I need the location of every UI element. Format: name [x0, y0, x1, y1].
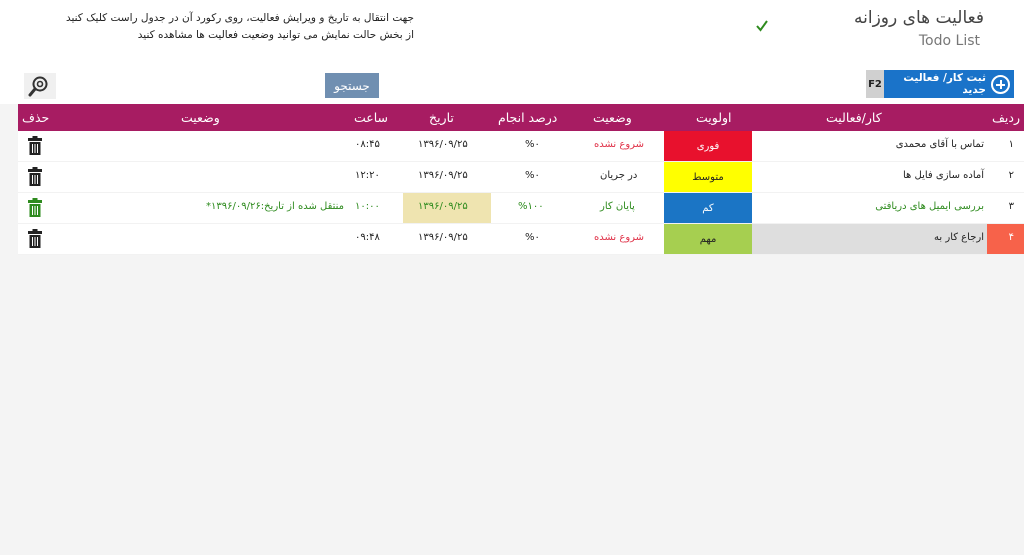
trash-icon[interactable]	[28, 136, 42, 155]
task-name: بررسی ایمیل های دریافتی	[875, 201, 984, 212]
col-row[interactable]: ردیف	[992, 110, 1020, 125]
col-time[interactable]: ساعت	[354, 110, 388, 125]
task-name: ارجاع کار به	[934, 232, 984, 243]
table-row[interactable]: ۲ آماده سازی فایل ها متوسط در جریان %۰ ۱…	[18, 162, 1024, 193]
add-task-button[interactable]: F2 ثبت کار/ فعالیت جدید	[866, 70, 1014, 98]
percent-cell: %۰	[525, 139, 540, 150]
priority-cell: مهم	[664, 224, 752, 254]
col-delete[interactable]: حذف	[22, 110, 49, 125]
time-cell: ۰۹:۴۸	[355, 232, 380, 243]
add-task-label: ثبت کار/ فعالیت جدید	[903, 72, 986, 96]
page-subtitle: Todo List	[918, 33, 980, 49]
task-name: تماس با آقای محمدی	[895, 139, 984, 150]
search-gear-icon[interactable]	[24, 73, 56, 99]
time-cell: ۱۰:۰۰	[355, 201, 380, 212]
table-row[interactable]: بررسی ایمیل های دریافتی ۳ کم پایان کار %…	[18, 193, 1024, 224]
check-icon	[756, 20, 768, 32]
state-cell: *منتقل شده از تاریخ:۱۳۹۶/۰۹/۲۶	[206, 201, 345, 212]
hint-line-2: از بخش حالت نمایش می توانید وضعیت فعالیت…	[137, 29, 414, 41]
time-cell: ۰۸:۴۵	[355, 139, 380, 150]
hint-text: جهت انتقال به تاریخ و ویرایش فعالیت، روی…	[66, 10, 414, 44]
row-number: ۱	[1008, 139, 1014, 150]
col-percent[interactable]: درصد انجام	[498, 110, 557, 125]
priority-cell: فوری	[664, 131, 752, 161]
row-number: ۳	[1008, 201, 1014, 212]
percent-cell: %۰	[525, 232, 540, 243]
status-cell: پایان کار	[600, 201, 635, 212]
status-cell: در جریان	[600, 170, 638, 181]
row-number: ۴	[1008, 232, 1014, 243]
trash-icon[interactable]	[28, 167, 42, 186]
percent-cell: %۰	[525, 170, 540, 181]
priority-cell: متوسط	[664, 162, 752, 192]
col-date[interactable]: تاریخ	[429, 110, 454, 125]
status-cell: شروع نشده	[594, 232, 645, 243]
trash-icon[interactable]	[28, 229, 42, 248]
col-task[interactable]: کار/فعالیت	[826, 110, 882, 125]
status-cell: شروع نشده	[594, 139, 645, 150]
task-name: آماده سازی فایل ها	[903, 170, 984, 181]
row-number-highlight	[987, 224, 1024, 254]
table-header: ردیف کار/فعالیت اولویت وضعیت درصد انجام …	[18, 104, 1024, 131]
date-cell: ۱۳۹۶/۰۹/۲۵	[418, 201, 468, 212]
date-cell: ۱۳۹۶/۰۹/۲۵	[418, 232, 468, 243]
row-number: ۲	[1008, 170, 1014, 181]
search-button[interactable]: جستجو	[325, 73, 379, 98]
table-row[interactable]: ۱ تماس با آقای محمدی فوری شروع نشده %۰ ۱…	[18, 131, 1024, 162]
tasks-table: ردیف کار/فعالیت اولویت وضعیت درصد انجام …	[18, 104, 1024, 255]
date-cell: ۱۳۹۶/۰۹/۲۵	[418, 139, 468, 150]
date-cell: ۱۳۹۶/۰۹/۲۵	[418, 170, 468, 181]
col-status[interactable]: وضعیت	[593, 110, 632, 125]
col-state[interactable]: وضعیت	[181, 110, 220, 125]
table-row[interactable]: ۴ ارجاع کار به مهم شروع نشده %۰ ۱۳۹۶/۰۹/…	[18, 224, 1024, 255]
time-cell: ۱۲:۲۰	[355, 170, 380, 181]
col-priority[interactable]: اولویت	[696, 110, 732, 125]
search-input[interactable]	[58, 73, 322, 98]
percent-cell: %۱۰۰	[518, 201, 544, 212]
page-title: فعالیت های روزانه	[854, 8, 984, 28]
hint-line-1: جهت انتقال به تاریخ و ویرایش فعالیت، روی…	[65, 12, 414, 24]
priority-cell: کم	[664, 193, 752, 223]
add-shortcut-key: F2	[866, 70, 884, 98]
plus-circle-icon	[991, 74, 1010, 94]
add-task-main[interactable]: ثبت کار/ فعالیت جدید	[884, 70, 1014, 98]
trash-icon[interactable]	[28, 198, 42, 217]
